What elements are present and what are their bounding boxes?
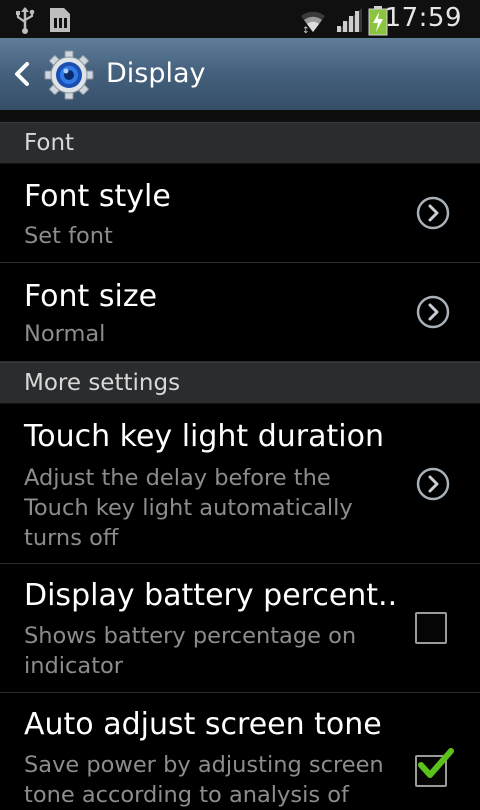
chevron-right-icon bbox=[416, 295, 450, 329]
setting-title: Font size bbox=[24, 279, 158, 314]
setting-subtitle: Normal bbox=[24, 321, 106, 347]
chevron-right-icon bbox=[416, 196, 450, 230]
chevron-right-icon bbox=[416, 467, 450, 501]
section-header-more-settings: More settings bbox=[0, 362, 480, 404]
checkmark-icon bbox=[418, 748, 454, 778]
chevron-left-icon[interactable] bbox=[8, 58, 36, 90]
screen-tone-checkbox[interactable] bbox=[415, 748, 454, 787]
battery-percentage-checkbox[interactable] bbox=[415, 612, 447, 644]
signal-icon bbox=[336, 8, 362, 32]
section-header-font: Font bbox=[0, 122, 480, 164]
section-header-label: Font bbox=[24, 130, 75, 156]
setting-auto-adjust-screen-tone[interactable]: Auto adjust screen tone Save power by ad… bbox=[0, 693, 480, 808]
usb-icon bbox=[16, 7, 35, 34]
setting-font-style[interactable]: Font style Set font bbox=[0, 163, 480, 263]
section-header-label: More settings bbox=[24, 370, 181, 396]
setting-font-size[interactable]: Font size Normal bbox=[0, 263, 480, 362]
setting-display-battery-percentage[interactable]: Display battery percent.. Shows battery … bbox=[0, 564, 480, 693]
divider bbox=[0, 110, 480, 122]
setting-subtitle: Save power by adjusting screen tone acco… bbox=[24, 752, 384, 808]
setting-title: Display battery percent.. bbox=[24, 578, 398, 613]
settings-gear-icon[interactable] bbox=[44, 50, 94, 100]
page-title: Display bbox=[106, 58, 206, 89]
setting-title: Touch key light duration bbox=[24, 419, 384, 454]
svg-text:↕: ↕ bbox=[302, 26, 310, 34]
setting-subtitle: Shows battery percentage on indicator bbox=[24, 623, 357, 679]
status-time: 17:59 bbox=[384, 3, 462, 33]
setting-subtitle: Adjust the delay before the Touch key li… bbox=[24, 465, 353, 551]
setting-title: Font style bbox=[24, 179, 171, 214]
setting-title: Auto adjust screen tone bbox=[24, 707, 382, 742]
setting-subtitle: Set font bbox=[24, 223, 113, 249]
wifi-icon: ↕ bbox=[301, 11, 325, 34]
action-bar: Display bbox=[0, 38, 480, 111]
sd-card-icon bbox=[50, 8, 70, 32]
status-bar: ↕ 17:59 bbox=[0, 0, 480, 38]
setting-touch-key-light-duration[interactable]: Touch key light duration Adjust the dela… bbox=[0, 403, 480, 564]
